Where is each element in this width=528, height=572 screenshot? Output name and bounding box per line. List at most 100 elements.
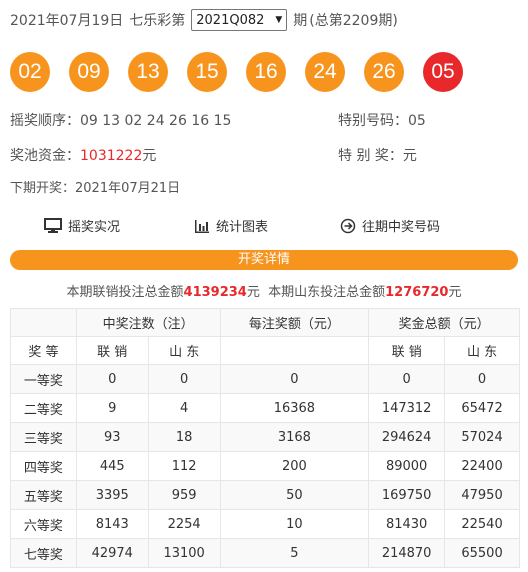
table-row: 一等奖 0 0 0 0 0 — [10, 364, 520, 394]
special-prize: 特 别 奖：元 — [338, 145, 417, 165]
total-shandong: 0 — [444, 364, 520, 394]
ball: 15 — [187, 52, 227, 92]
total-joint: 0 — [368, 364, 446, 394]
ball: 24 — [305, 52, 345, 92]
table-row: 二等奖 9 4 16368 147312 65472 — [10, 393, 520, 423]
table-header-empty — [10, 308, 77, 337]
table-subheader-row: 奖 等 联 销 山 东 联 销 山 东 — [10, 336, 520, 365]
special-number-label: 特别号码： — [338, 113, 408, 129]
prize-each: 5 — [219, 538, 370, 568]
ball: 02 — [10, 52, 50, 92]
link-stats-chart[interactable]: 统计图表 — [194, 216, 268, 235]
link-live-label: 摇奖实况 — [68, 220, 121, 235]
total-joint: 81430 — [368, 509, 446, 539]
count-shandong: 18 — [147, 422, 221, 452]
subheader-shandong: 山 东 — [147, 336, 221, 365]
sales-summary: 本期联销投注总金额4139234元 本期山东投注总金额1276720元 — [0, 281, 528, 300]
header-prize-total: 奖金总额（元） — [368, 308, 520, 337]
table-row: 五等奖 3395 959 50 169750 47950 — [10, 480, 520, 510]
count-joint: 445 — [75, 451, 149, 481]
draw-date: 2021年07月19日 — [10, 13, 124, 29]
prize-pool-value: 1031222 — [80, 148, 143, 164]
prize-pool: 奖池资金：1031222元 — [10, 145, 156, 165]
ball: 16 — [246, 52, 286, 92]
shandong-sales-label: 本期山东投注总金额 — [259, 285, 386, 300]
count-joint: 0 — [75, 364, 149, 394]
table-row: 六等奖 8143 2254 10 81430 22540 — [10, 509, 520, 539]
draw-order-label: 摇奖顺序： — [10, 113, 80, 129]
prize-level: 四等奖 — [10, 451, 77, 481]
link-history[interactable]: 往期中奖号码 — [340, 216, 440, 235]
total-shandong: 47950 — [444, 480, 520, 510]
total-joint: 214870 — [368, 538, 446, 568]
draw-order-value: 09 13 02 24 26 16 15 — [80, 113, 232, 129]
total-joint: 89000 — [368, 451, 446, 481]
prize-each: 0 — [219, 364, 370, 394]
prize-level: 二等奖 — [10, 393, 77, 423]
draw-order: 摇奖顺序：09 13 02 24 26 16 15 — [10, 110, 231, 130]
table-row: 七等奖 42974 13100 5 214870 65500 — [10, 538, 520, 568]
joint-sales-unit: 元 — [246, 285, 260, 300]
total-shandong: 22400 — [444, 451, 520, 481]
table-header-row: 中奖注数（注） 每注奖额（元） 奖金总额（元） — [10, 308, 520, 337]
total-shandong: 65500 — [444, 538, 520, 568]
subheader-shandong: 山 东 — [444, 336, 520, 365]
special-ball: 05 — [423, 52, 463, 92]
prize-table: 中奖注数（注） 每注奖额（元） 奖金总额（元） 奖 等 联 销 山 东 联 销 … — [10, 308, 520, 568]
prize-level: 一等奖 — [10, 364, 77, 394]
subheader-joint: 联 销 — [75, 336, 149, 365]
count-shandong: 959 — [147, 480, 221, 510]
ball: 26 — [364, 52, 404, 92]
next-draw: 下期开奖：2021年07月21日 — [10, 177, 180, 196]
count-shandong: 13100 — [147, 538, 221, 568]
shandong-sales-unit: 元 — [448, 285, 462, 300]
joint-sales-value: 4139234 — [183, 285, 247, 300]
prize-pool-label: 奖池资金： — [10, 148, 80, 164]
issue-suffix: 期 — [293, 13, 308, 29]
monitor-icon — [44, 217, 62, 233]
special-number-value: 05 — [408, 113, 426, 129]
total-joint: 169750 — [368, 480, 446, 510]
special-number: 特别号码：05 — [338, 110, 426, 130]
total-joint: 147312 — [368, 393, 446, 423]
count-joint: 8143 — [75, 509, 149, 539]
prize-each: 200 — [219, 451, 370, 481]
prize-each: 50 — [219, 480, 370, 510]
issue-select[interactable]: 2021Q082 ▼ — [191, 9, 288, 31]
quick-links: 摇奖实况 统计图表 往期中奖号码 — [0, 214, 528, 236]
issue-select-value: 2021Q082 — [196, 12, 265, 28]
header-level: 奖 等 — [10, 336, 77, 365]
total-shandong: 65472 — [444, 393, 520, 423]
prize-each: 16368 — [219, 393, 370, 423]
header-winner-count: 中奖注数（注） — [75, 308, 221, 337]
link-live-video[interactable]: 摇奖实况 — [44, 216, 120, 235]
count-joint: 93 — [75, 422, 149, 452]
table-row: 三等奖 93 18 3168 294624 57024 — [10, 422, 520, 452]
prize-level: 七等奖 — [10, 538, 77, 568]
total-shandong: 22540 — [444, 509, 520, 539]
count-shandong: 4 — [147, 393, 221, 423]
link-history-label: 往期中奖号码 — [362, 220, 441, 235]
draw-details-bar[interactable]: 开奖详情 — [10, 250, 518, 270]
prize-each: 3168 — [219, 422, 370, 452]
bar-chart-icon — [195, 219, 209, 233]
subheader-empty — [219, 336, 370, 365]
arrow-circle-right-icon — [340, 218, 356, 233]
special-prize-value: 元 — [402, 148, 417, 164]
count-joint: 3395 — [75, 480, 149, 510]
total-issue: (总第2209期) — [309, 13, 398, 29]
prize-each: 10 — [219, 509, 370, 539]
chevron-down-icon: ▼ — [275, 15, 283, 25]
count-joint: 9 — [75, 393, 149, 423]
total-joint: 294624 — [368, 422, 446, 452]
link-chart-label: 统计图表 — [216, 220, 269, 235]
special-prize-label: 特 别 奖： — [338, 148, 403, 164]
header-prize-each: 每注奖额（元） — [219, 308, 370, 337]
shandong-sales-value: 1276720 — [385, 285, 449, 300]
prize-pool-unit: 元 — [142, 148, 157, 164]
lottery-name: 七乐彩第 — [129, 13, 186, 29]
prize-level: 六等奖 — [10, 509, 77, 539]
next-draw-value: 2021年07月21日 — [75, 181, 181, 196]
subheader-joint: 联 销 — [368, 336, 446, 365]
issue-header: 2021年07月19日 七乐彩第 2021Q082 ▼ 期 (总第2209期) — [10, 7, 398, 33]
